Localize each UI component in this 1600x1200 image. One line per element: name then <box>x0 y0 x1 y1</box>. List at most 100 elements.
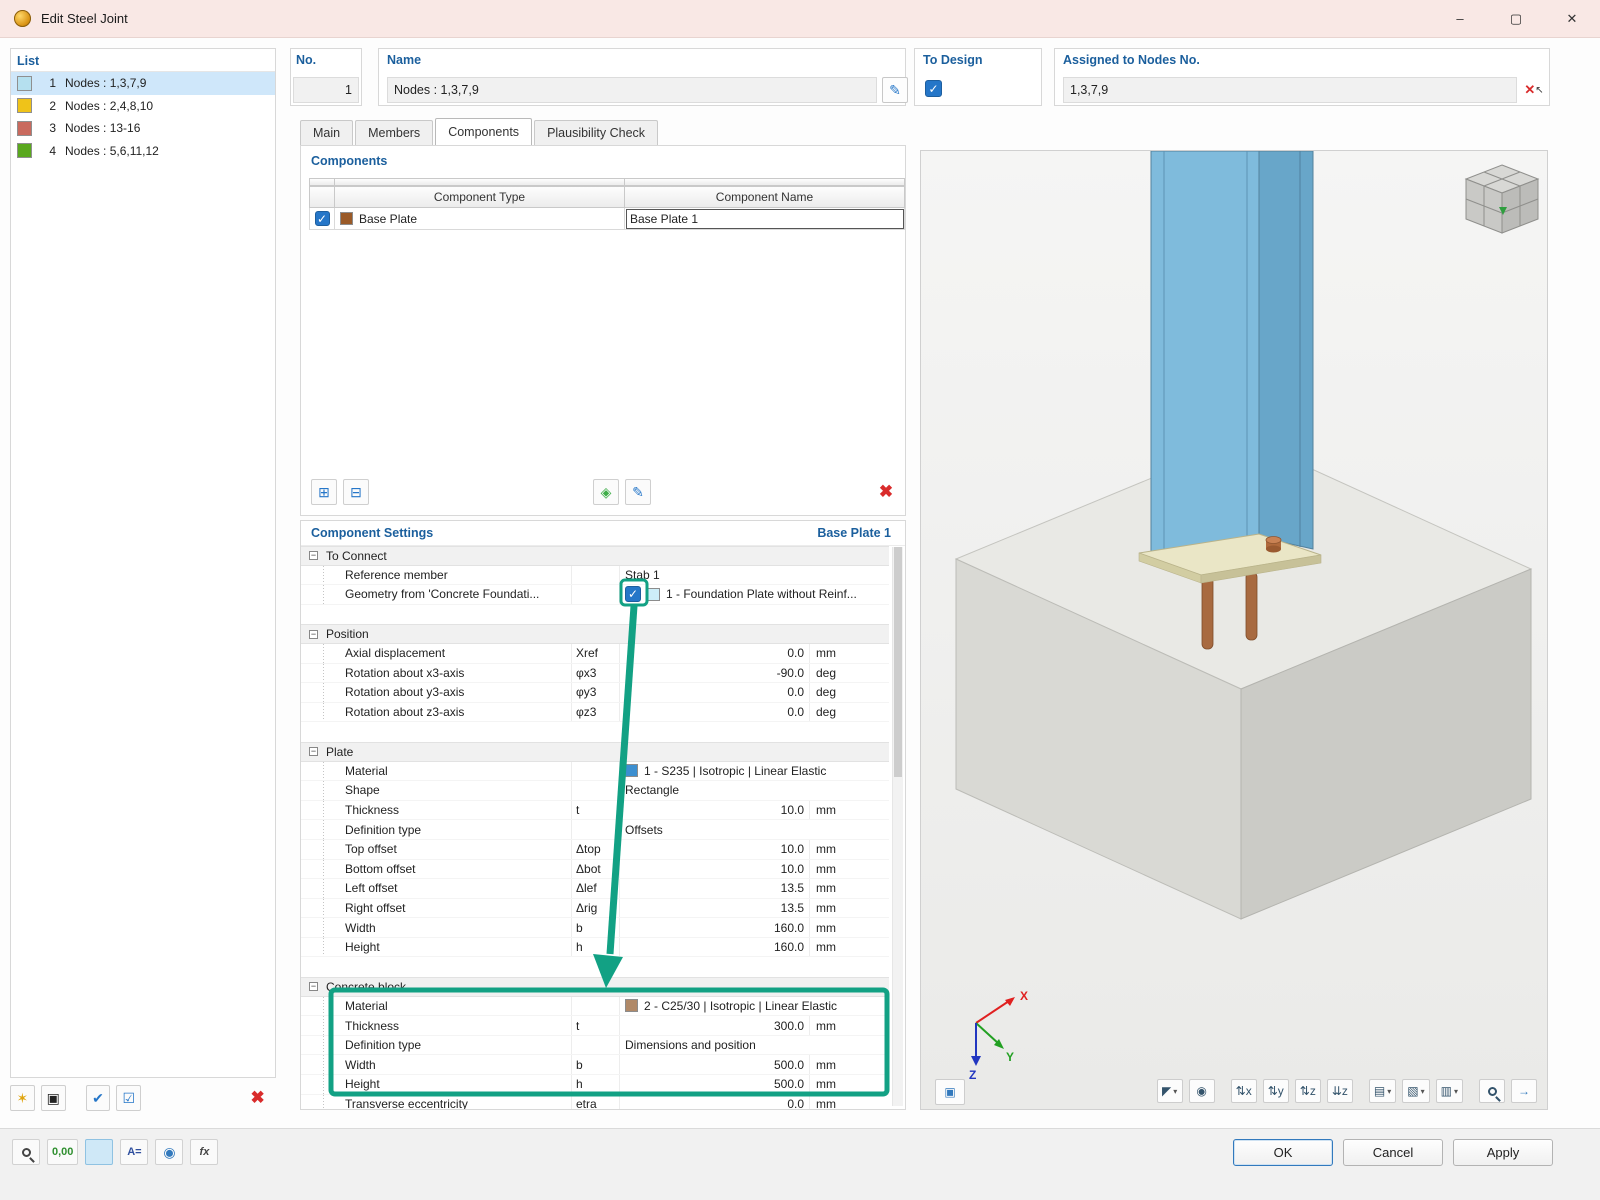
collapse-icon[interactable]: − <box>309 747 318 757</box>
setting-row[interactable]: Thickness t 10.0 mm <box>301 800 889 821</box>
setting-row[interactable]: Width b 500.0 mm <box>301 1055 889 1076</box>
setting-value[interactable]: Rectangle <box>619 781 877 800</box>
check-selection-icon[interactable]: ☑ <box>116 1085 142 1111</box>
font-settings-button[interactable]: A= <box>120 1139 149 1165</box>
setting-row[interactable]: Material 2 - C25/30 | Isotropic | Linear… <box>301 996 889 1017</box>
setting-row[interactable]: Definition type Dimensions and position <box>301 1035 889 1056</box>
tab-members[interactable]: Members <box>355 120 434 145</box>
zoom-button[interactable] <box>1479 1079 1505 1103</box>
setting-row[interactable]: Material 1 - S235 | Isotropic | Linear E… <box>301 761 889 782</box>
group-concrete-block[interactable]: − Concrete block <box>301 977 889 997</box>
delete-all-components-icon[interactable]: ✖ <box>873 479 899 505</box>
navigation-cube[interactable] <box>1464 164 1540 234</box>
cancel-button[interactable]: Cancel <box>1343 1139 1443 1166</box>
component-checkbox[interactable]: ✓ <box>314 211 330 226</box>
setting-value[interactable]: Stab 1 <box>619 565 877 585</box>
maximize-button[interactable]: ▢ <box>1488 0 1544 37</box>
decimal-places-button[interactable]: 0,00 <box>47 1139 79 1165</box>
minimize-button[interactable]: – <box>1432 0 1488 37</box>
group-plate[interactable]: − Plate <box>301 741 889 762</box>
setting-value[interactable]: 1 - S235 | Isotropic | Linear Elastic <box>644 764 826 778</box>
collapse-icon[interactable]: − <box>309 629 318 639</box>
anchor-bolt[interactable] <box>1265 536 1282 553</box>
rename-button[interactable]: ✎ <box>882 77 908 103</box>
display-options-button[interactable]: ◉ <box>155 1139 184 1165</box>
setting-value[interactable]: 10.0 <box>619 800 809 820</box>
setting-row[interactable]: Width b 160.0 mm <box>301 918 889 938</box>
setting-value[interactable]: 10.0 <box>619 859 809 879</box>
list-item[interactable]: 3 Nodes : 13-16 <box>11 117 275 140</box>
setting-value[interactable]: 0.0 <box>619 702 809 722</box>
tab-plausibility-check[interactable]: Plausibility Check <box>534 120 659 145</box>
setting-row[interactable]: Bottom offset Δbot 10.0 mm <box>301 859 889 880</box>
flip-y-button[interactable]: ⇅y <box>1262 1079 1289 1103</box>
insert-row-icon[interactable]: ⊞ <box>311 479 337 505</box>
print-button[interactable]: ▥ ▾ <box>1435 1079 1463 1103</box>
setting-value[interactable]: 13.5 <box>619 879 809 898</box>
setting-value[interactable]: 2 - C25/30 | Isotropic | Linear Elastic <box>644 999 837 1013</box>
apply-button[interactable]: Apply <box>1453 1139 1553 1166</box>
delete-row-icon[interactable]: ⊟ <box>343 479 369 505</box>
model-viewport[interactable]: X Y Z ▣ ◤ ▾ ◉ ⇅x ⇅y ⇅z ⇊z ▤ ▾ ▧ ▾ ▥ ▾ → <box>920 150 1548 1110</box>
component-type-cell[interactable]: Base Plate <box>335 208 625 230</box>
assigned-nodes-field[interactable]: 1,3,7,9 <box>1063 77 1517 103</box>
geometry-from-foundation-checkbox[interactable]: ✓ <box>625 586 641 603</box>
setting-value[interactable]: Dimensions and position <box>619 1035 877 1055</box>
setting-value[interactable]: 0.0 <box>619 683 809 702</box>
setting-row[interactable]: Height h 160.0 mm <box>301 937 889 958</box>
to-design-checkbox[interactable]: ✓ <box>925 80 942 97</box>
setting-row[interactable]: Rotation about x3-axis φx3 -90.0 deg <box>301 663 889 684</box>
list-item[interactable]: 2 Nodes : 2,4,8,10 <box>11 95 275 118</box>
setting-value[interactable]: 1 - Foundation Plate without Reinf... <box>666 587 857 601</box>
component-row[interactable]: ✓ Base Plate Base Plate 1 <box>309 208 905 230</box>
flip-x-button[interactable]: ⇅x <box>1230 1079 1257 1103</box>
setting-value[interactable]: 0.0 <box>619 1094 809 1109</box>
setting-row[interactable]: Reference member Stab 1 <box>301 565 889 586</box>
pan-view-button[interactable]: → <box>1511 1079 1537 1103</box>
no-field[interactable]: 1 <box>293 77 359 103</box>
close-button[interactable]: ✕ <box>1544 0 1600 37</box>
flip-z-button[interactable]: ⇅z <box>1294 1079 1321 1103</box>
setting-value[interactable]: 500.0 <box>619 1055 809 1075</box>
setting-row[interactable]: Height h 500.0 mm <box>301 1075 889 1095</box>
copy-joint-icon[interactable]: ▣ <box>40 1085 66 1111</box>
setting-row[interactable]: Definition type Offsets <box>301 820 889 840</box>
camera-view-button[interactable]: ◉ <box>1188 1079 1215 1103</box>
ok-button[interactable]: OK <box>1233 1139 1333 1166</box>
setting-row[interactable]: Top offset Δtop 10.0 mm <box>301 839 889 860</box>
view-direction-button[interactable]: ◤ ▾ <box>1156 1079 1183 1103</box>
name-field[interactable]: Nodes : 1,3,7,9 <box>387 77 877 103</box>
setting-value[interactable]: 160.0 <box>619 937 809 957</box>
find-button[interactable] <box>12 1139 40 1165</box>
new-joint-icon[interactable]: ✶ <box>10 1085 35 1111</box>
setting-row[interactable]: Rotation about y3-axis φy3 0.0 deg <box>301 683 889 703</box>
collapse-icon[interactable]: − <box>309 982 318 992</box>
setting-value[interactable]: 0.0 <box>619 643 809 663</box>
setting-value[interactable]: 300.0 <box>619 1016 809 1035</box>
flip-z2-button[interactable]: ⇊z <box>1326 1079 1353 1103</box>
visibility-button[interactable]: ▤ ▾ <box>1368 1079 1397 1103</box>
color-scheme-button[interactable] <box>85 1139 114 1165</box>
navigator-toggle-button[interactable]: ▣ <box>935 1079 965 1105</box>
setting-value[interactable]: 10.0 <box>619 839 809 859</box>
tab-main[interactable]: Main <box>300 120 354 145</box>
settings-scrollbar[interactable] <box>892 547 903 1106</box>
setting-value[interactable]: 500.0 <box>619 1075 809 1094</box>
setting-value[interactable]: Offsets <box>619 820 877 839</box>
setting-value[interactable]: -90.0 <box>619 663 809 683</box>
setting-row[interactable]: Shape Rectangle <box>301 781 889 801</box>
scrollbar-thumb[interactable] <box>894 547 902 777</box>
delete-joint-icon[interactable]: ✖ <box>245 1085 270 1111</box>
collapse-icon[interactable]: − <box>309 551 318 561</box>
tab-components[interactable]: Components <box>435 118 533 145</box>
setting-row[interactable]: Thickness t 300.0 mm <box>301 1016 889 1036</box>
setting-row[interactable]: Geometry from 'Concrete Foundati... ✓ 1 … <box>301 585 889 605</box>
display-style-button[interactable]: ▧ ▾ <box>1402 1079 1430 1103</box>
setting-row[interactable]: Rotation about z3-axis φz3 0.0 deg <box>301 702 889 723</box>
setting-row[interactable]: Right offset Δrig 13.5 mm <box>301 898 889 919</box>
pick-nodes-button[interactable]: ✕ ↖ <box>1521 77 1547 103</box>
component-name-cell[interactable]: Base Plate 1 <box>625 208 905 230</box>
steel-column[interactable] <box>1150 151 1314 558</box>
setting-row[interactable]: Axial displacement Xref 0.0 mm <box>301 643 889 664</box>
setting-value[interactable]: 13.5 <box>619 898 809 918</box>
